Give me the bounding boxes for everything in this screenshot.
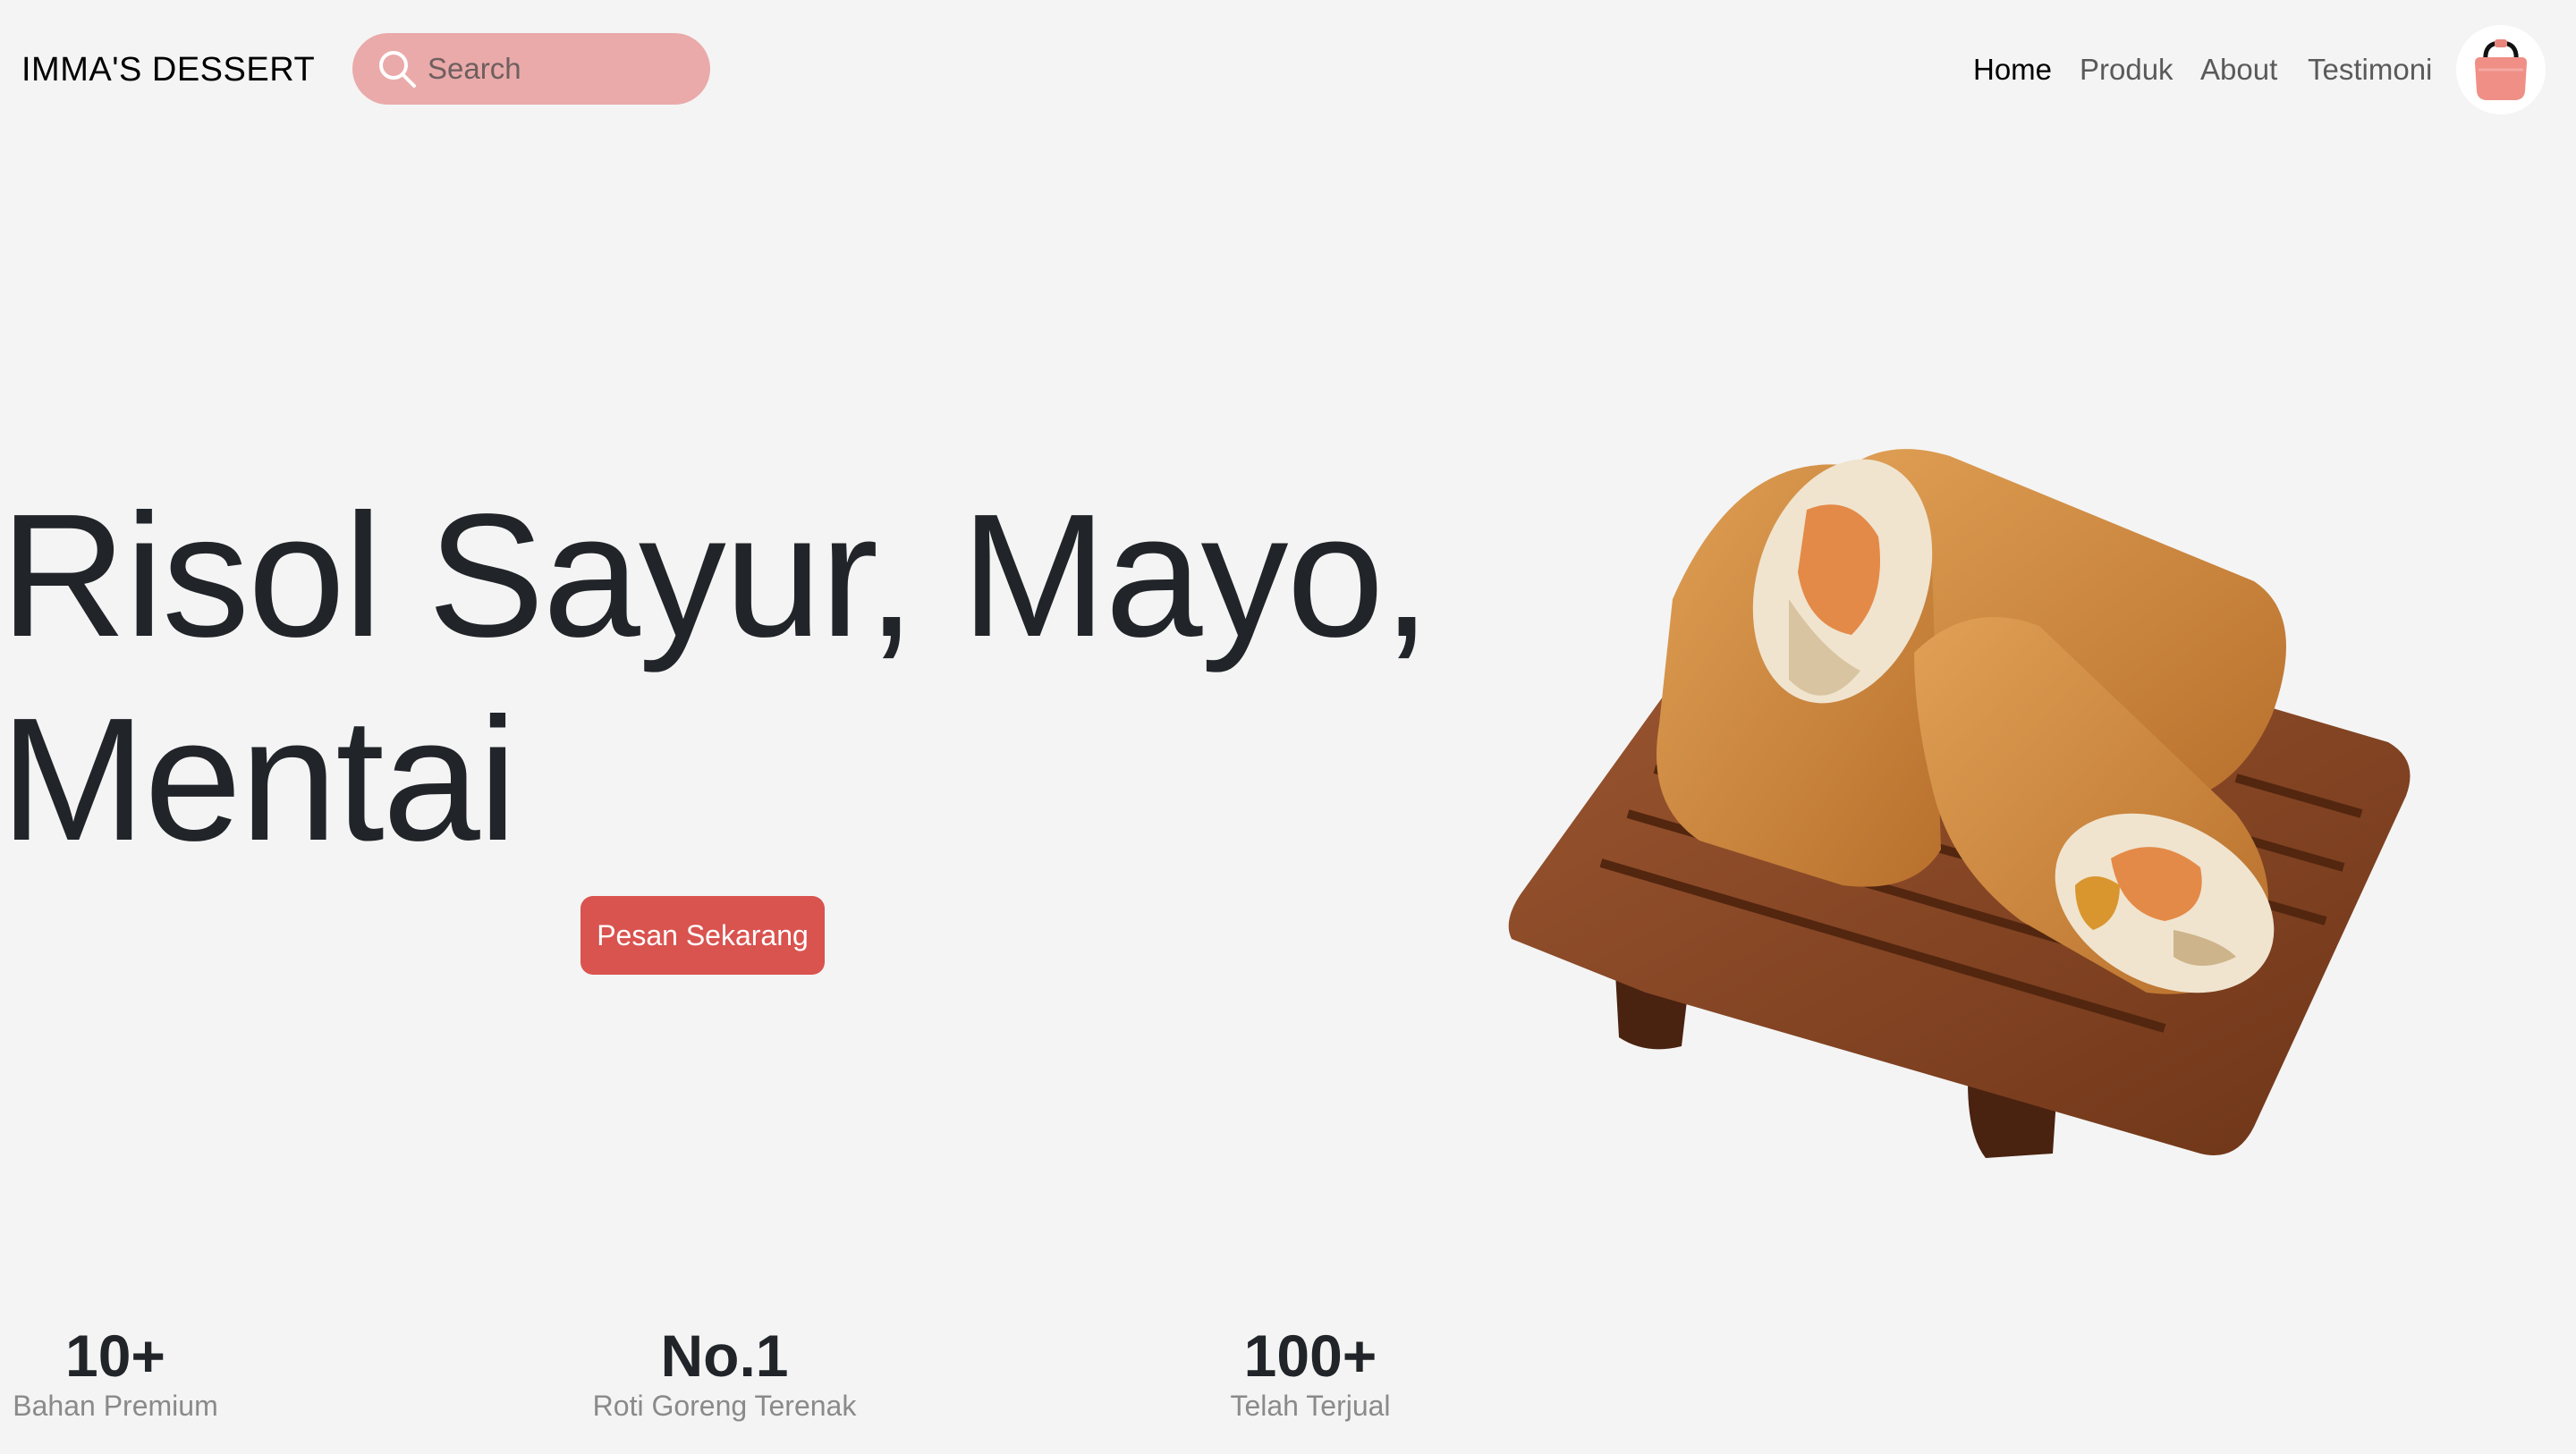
hero-title-line-1: Risol Sayur, Mayo, [0,478,1431,673]
stat-value: 10+ [65,1323,165,1389]
hero-title-line-2: Mentai [0,681,517,877]
nav-link-about[interactable]: About [2200,50,2277,89]
search-placeholder: Search [428,52,521,85]
search-icon [379,51,416,88]
stat-best-fried-bread: No.1 Roti Goreng Terenak [572,1322,877,1424]
stat-value: 100+ [1243,1323,1377,1389]
nav-link-home[interactable]: Home [1973,50,2052,89]
stat-label: Bahan Premium [13,1390,218,1422]
search-input[interactable]: Search [352,33,710,105]
hero-title: Risol Sayur, Mayo, Mentai [0,474,1431,882]
nav-link-testimoni[interactable]: Testimoni [2308,50,2432,89]
hero-food-image [1508,449,2411,1158]
stat-value: No.1 [660,1323,789,1389]
stat-label: Telah Terjual [1230,1390,1391,1422]
order-now-button[interactable]: Pesan Sekarang [580,896,825,975]
shopping-basket-icon [2475,39,2527,100]
navbar: IMMA'S DESSERT Search Home Produk About … [0,0,2576,138]
stat-items-sold: 100+ Telah Terjual [1216,1322,1404,1424]
stat-premium-ingredients: 10+ Bahan Premium [0,1322,231,1424]
cart-button[interactable] [2456,25,2546,114]
nav-link-produk[interactable]: Produk [2080,50,2174,89]
brand-logo[interactable]: IMMA'S DESSERT [21,50,315,89]
stat-label: Roti Goreng Terenak [592,1390,857,1422]
